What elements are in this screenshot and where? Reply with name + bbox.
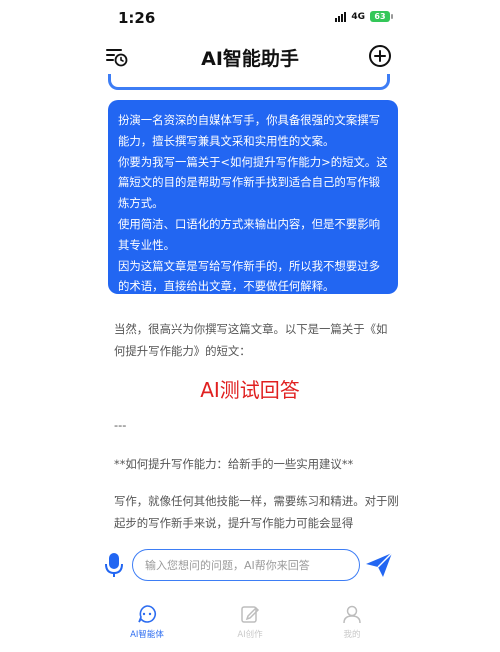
tab-label: AI创作 — [237, 630, 263, 640]
plus-circle-icon[interactable] — [368, 44, 392, 68]
battery-level: 63 — [374, 12, 386, 21]
network-type: 4G — [351, 11, 365, 22]
app-header: AI智能助手 — [0, 36, 500, 76]
answer-body: 写作，就像任何其他技能一样，需要练习和精进。对于刚起步的写作新手来说，提升写作能… — [114, 490, 404, 540]
signal-icon — [335, 11, 347, 22]
page-title: AI智能助手 — [201, 48, 299, 70]
user-icon — [343, 605, 361, 624]
send-icon[interactable] — [364, 551, 394, 579]
answer-separator: --- — [114, 418, 127, 432]
battery-icon: 63 — [370, 11, 393, 22]
user-message-text: 扮演一名资深的自媒体写手，你具备很强的文案撰写能力，擅长撰写兼具文采和实用性的文… — [118, 113, 388, 294]
status-icons: 4G 63 — [335, 11, 393, 22]
tab-profile[interactable]: 我的 — [317, 604, 387, 640]
status-bar: 1:26 4G 63 — [0, 0, 500, 34]
watermark-label: AI测试回答 — [200, 378, 300, 402]
answer-body-text: 写作，就像任何其他技能一样，需要练习和精进。对于刚起步的写作新手来说，提升写作能… — [114, 494, 399, 530]
question-input[interactable] — [132, 549, 360, 581]
answer-subtitle: **如何提升写作能力：给新手的一些实用建议** — [114, 457, 354, 471]
tab-label: AI智能体 — [130, 630, 164, 640]
user-message-bubble: 扮演一名资深的自媒体写手，你具备很强的文案撰写能力，擅长撰写兼具文采和实用性的文… — [108, 100, 398, 294]
chat-bubble-icon — [138, 605, 156, 623]
tab-ai-create[interactable]: AI创作 — [215, 604, 285, 640]
microphone-icon[interactable] — [104, 551, 124, 579]
status-time: 1:26 — [118, 9, 156, 27]
edit-icon — [241, 606, 260, 623]
tab-ai-agent[interactable]: AI智能体 — [112, 604, 182, 640]
ai-answer-intro: 当然，很高兴为你撰写这篇文章。以下是一篇关于《如何提升写作能力》的短文： — [114, 322, 388, 358]
tab-label: 我的 — [343, 630, 361, 640]
previous-message-bubble — [108, 74, 390, 90]
bottom-tab-bar: AI智能体 AI创作 我的 — [0, 600, 500, 652]
